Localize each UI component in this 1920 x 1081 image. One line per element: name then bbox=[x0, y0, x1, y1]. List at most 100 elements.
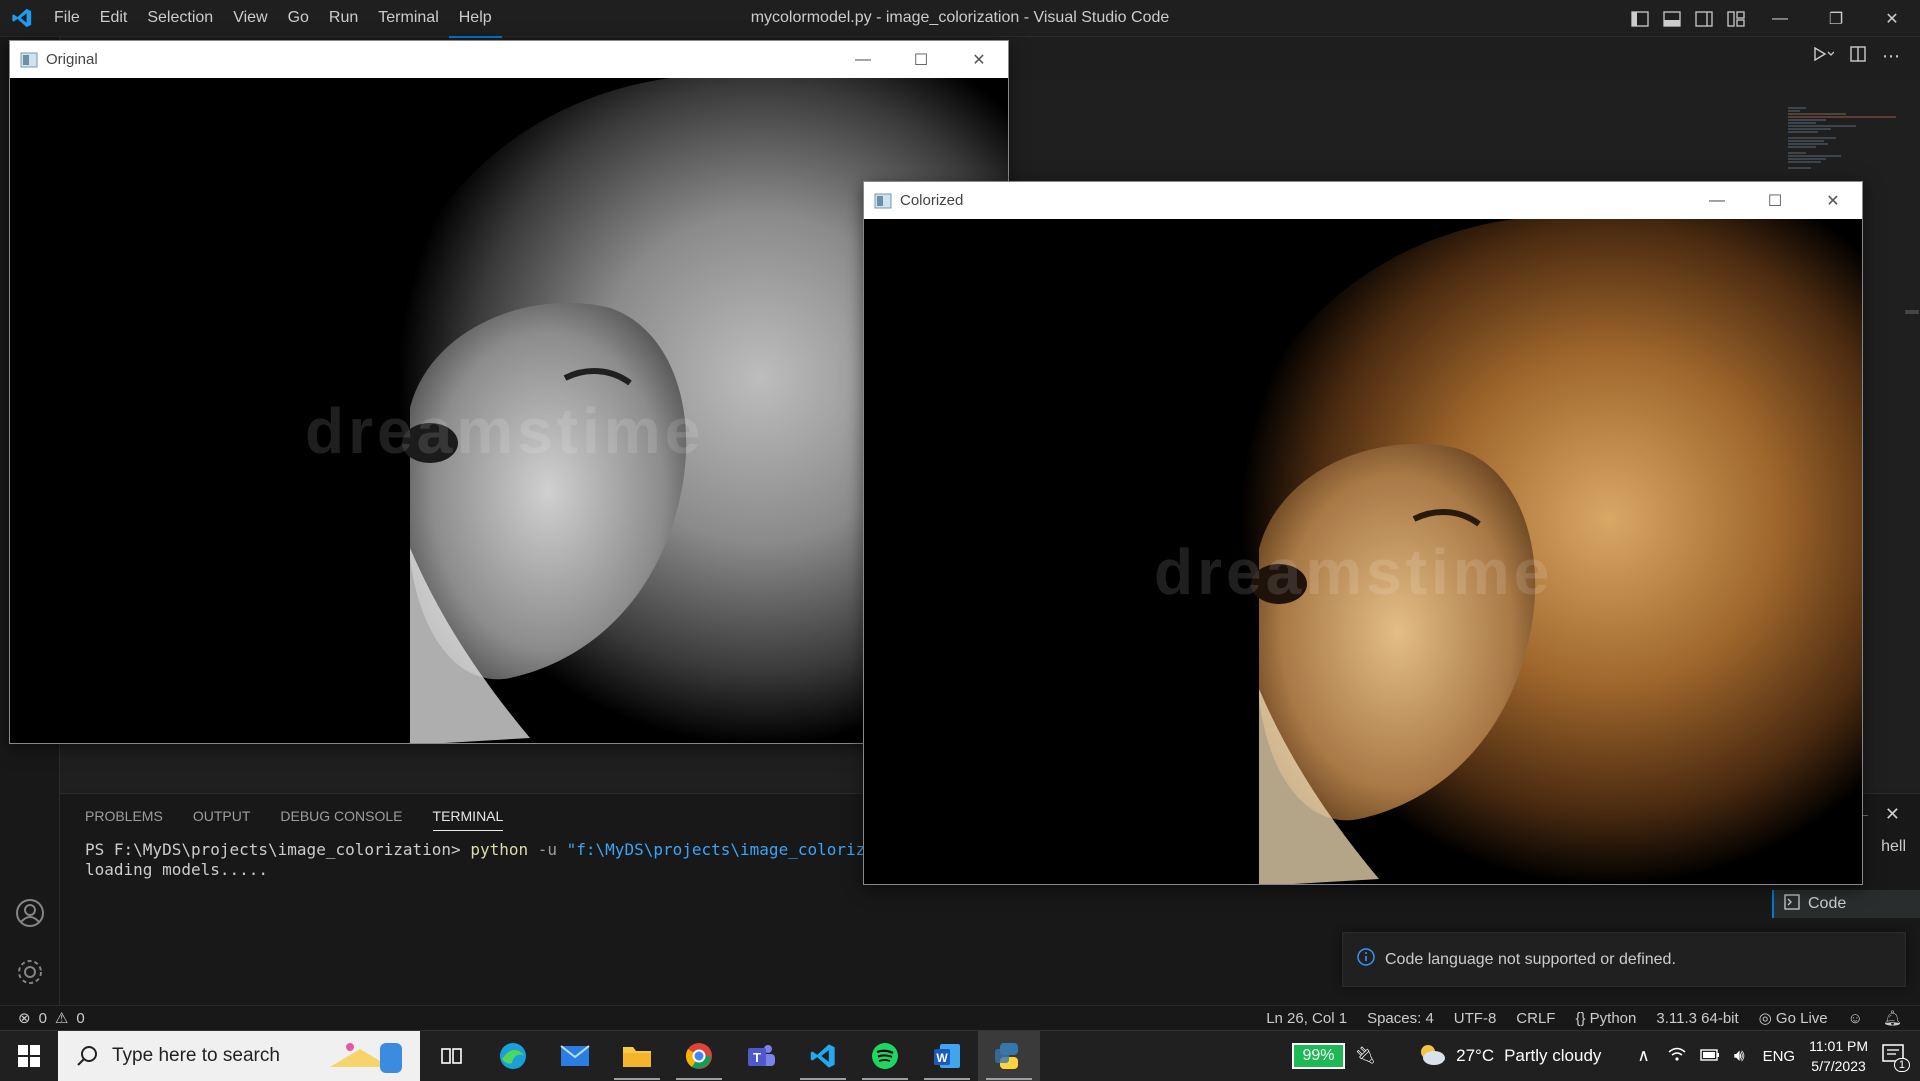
broadcast-icon: ◎ bbox=[1758, 1010, 1772, 1027]
menu-file[interactable]: File bbox=[44, 0, 90, 38]
show-hidden-icons-chevron-icon[interactable]: ∧ bbox=[1637, 1046, 1649, 1066]
svg-text:W: W bbox=[936, 1051, 948, 1065]
toggle-secondary-sidebar-icon[interactable] bbox=[1688, 0, 1720, 37]
start-button[interactable] bbox=[0, 1031, 58, 1081]
weather-temperature[interactable]: 27°C bbox=[1456, 1046, 1494, 1066]
warning-icon: ⚠ bbox=[54, 1010, 69, 1027]
colorized-window-titlebar[interactable]: Colorized — ☐ ✕ bbox=[864, 182, 1862, 219]
terminal-prompt: PS F:\MyDS\projects\image_colorization> bbox=[85, 840, 471, 859]
battery-indicator[interactable]: 99% bbox=[1292, 1043, 1345, 1069]
status-eol[interactable]: CRLF bbox=[1516, 1010, 1555, 1027]
restore-button[interactable]: ❐ bbox=[1808, 0, 1864, 37]
menu-edit[interactable]: Edit bbox=[90, 0, 138, 38]
original-image-window[interactable]: Original — ☐ ✕ dreamstime bbox=[9, 40, 1009, 744]
wifi-icon[interactable] bbox=[1668, 1046, 1686, 1067]
minimap[interactable] bbox=[1786, 105, 1906, 185]
volume-icon[interactable]: 🔊︎ bbox=[1734, 1046, 1745, 1066]
word-icon[interactable]: W bbox=[916, 1031, 978, 1081]
terminal-flag: -u bbox=[528, 840, 567, 859]
notifications-bell-icon[interactable]: 🔔︎ bbox=[1883, 1009, 1902, 1027]
file-explorer-icon[interactable] bbox=[606, 1031, 668, 1081]
colorized-close-button[interactable]: ✕ bbox=[1804, 182, 1862, 219]
menu-run[interactable]: Run bbox=[319, 0, 368, 38]
weather-icon[interactable] bbox=[1416, 1042, 1446, 1071]
toggle-panel-icon[interactable] bbox=[1656, 0, 1688, 37]
colorized-lion-image: dreamstime bbox=[864, 219, 1862, 884]
notification-toast[interactable]: Code language not supported or defined. bbox=[1342, 932, 1906, 987]
terminal-output[interactable]: PS F:\MyDS\projects\image_colorization> … bbox=[85, 840, 923, 880]
taskbar-search-box[interactable]: Type here to search bbox=[58, 1030, 420, 1081]
status-language[interactable]: {} Python bbox=[1575, 1010, 1636, 1027]
editor-scrollbar[interactable] bbox=[1905, 310, 1919, 314]
original-window-titlebar[interactable]: Original — ☐ ✕ bbox=[10, 41, 1008, 78]
status-golive-label: Go Live bbox=[1775, 1010, 1828, 1027]
terminal-list-label: Code bbox=[1808, 895, 1847, 912]
terminal-list-item-code[interactable]: Code bbox=[1772, 890, 1920, 918]
menu-bar: File Edit Selection View Go Run Terminal… bbox=[44, 0, 502, 38]
window-app-icon bbox=[20, 52, 38, 67]
menu-terminal[interactable]: Terminal bbox=[368, 0, 448, 38]
weather-description[interactable]: Partly cloudy bbox=[1504, 1046, 1601, 1066]
manage-gear-icon[interactable] bbox=[12, 954, 48, 990]
toggle-primary-sidebar-icon[interactable] bbox=[1624, 0, 1656, 37]
split-editor-icon[interactable] bbox=[1850, 46, 1866, 67]
accounts-icon[interactable] bbox=[12, 895, 48, 931]
python-icon[interactable] bbox=[978, 1030, 1040, 1081]
original-close-button[interactable]: ✕ bbox=[950, 41, 1008, 78]
status-indentation[interactable]: Spaces: 4 bbox=[1367, 1010, 1434, 1027]
mail-icon[interactable] bbox=[544, 1031, 606, 1081]
close-button[interactable]: ✕ bbox=[1864, 0, 1920, 37]
battery-icon[interactable] bbox=[1700, 1046, 1720, 1066]
error-count: 0 bbox=[38, 1009, 47, 1027]
status-language-label: Python bbox=[1589, 1009, 1637, 1027]
original-minimize-button[interactable]: — bbox=[834, 41, 892, 78]
input-language[interactable]: ENG bbox=[1763, 1048, 1796, 1065]
original-window-controls: — ☐ ✕ bbox=[834, 41, 1008, 78]
editor-actions: ⋯ bbox=[1812, 46, 1900, 67]
edge-icon[interactable] bbox=[482, 1031, 544, 1081]
tab-output[interactable]: OUTPUT bbox=[193, 808, 251, 831]
braces-icon: {} bbox=[1575, 1009, 1586, 1027]
search-placeholder: Type here to search bbox=[112, 1044, 280, 1066]
teams-icon[interactable]: T bbox=[730, 1031, 792, 1081]
colorized-watermark: dreamstime bbox=[1154, 536, 1553, 608]
status-cursor-position[interactable]: Ln 26, Col 1 bbox=[1266, 1010, 1347, 1027]
chrome-icon[interactable] bbox=[668, 1031, 730, 1081]
menu-go[interactable]: Go bbox=[278, 0, 319, 38]
status-golive[interactable]: ◎ Go Live bbox=[1759, 1009, 1828, 1027]
task-view-icon[interactable] bbox=[420, 1031, 482, 1081]
tab-problems[interactable]: PROBLEMS bbox=[85, 808, 163, 831]
title-bar-controls: — ❐ ✕ bbox=[1624, 0, 1920, 37]
minimize-button[interactable]: — bbox=[1752, 0, 1808, 37]
notification-message: Code language not supported or defined. bbox=[1385, 950, 1676, 968]
terminal-icon bbox=[1784, 893, 1800, 915]
tab-terminal[interactable]: TERMINAL bbox=[432, 808, 504, 831]
status-problems[interactable]: ⊗ 0 ⚠ 0 bbox=[18, 1009, 85, 1028]
original-window-title: Original bbox=[46, 51, 98, 68]
terminal-list-shell-label: hell bbox=[1881, 838, 1906, 855]
menu-view[interactable]: View bbox=[223, 0, 277, 38]
more-actions-icon[interactable]: ⋯ bbox=[1882, 46, 1900, 67]
menu-help[interactable]: Help bbox=[448, 0, 502, 38]
action-center-icon[interactable]: 1 bbox=[1882, 1043, 1910, 1072]
panel-close-icon[interactable]: ✕ bbox=[1885, 804, 1900, 825]
feedback-icon[interactable]: ☺ bbox=[1848, 1010, 1863, 1027]
colorized-maximize-button[interactable]: ☐ bbox=[1746, 182, 1804, 219]
run-python-file-icon[interactable] bbox=[1812, 46, 1835, 67]
original-maximize-button[interactable]: ☐ bbox=[892, 41, 950, 78]
colorized-minimize-button[interactable]: — bbox=[1688, 182, 1746, 219]
spotify-icon[interactable] bbox=[854, 1031, 916, 1081]
search-highlight-illustration bbox=[330, 1042, 402, 1073]
svg-text:T: T bbox=[753, 1050, 761, 1065]
taskbar-clock[interactable]: 11:01 PM 5/7/2023 bbox=[1809, 1036, 1868, 1076]
window-app-icon bbox=[874, 193, 892, 208]
status-encoding[interactable]: UTF-8 bbox=[1454, 1010, 1497, 1027]
power-plug-icon: 🔌︎ bbox=[1354, 1046, 1377, 1065]
colorized-image-window[interactable]: Colorized — ☐ ✕ dreamstime bbox=[863, 181, 1863, 885]
vscode-taskbar-icon[interactable] bbox=[792, 1031, 854, 1081]
status-interpreter[interactable]: 3.11.3 64-bit bbox=[1656, 1010, 1738, 1027]
search-icon bbox=[77, 1045, 97, 1066]
tab-debug-console[interactable]: DEBUG CONSOLE bbox=[280, 808, 402, 831]
menu-selection[interactable]: Selection bbox=[137, 0, 223, 38]
customize-layout-icon[interactable] bbox=[1720, 0, 1752, 37]
